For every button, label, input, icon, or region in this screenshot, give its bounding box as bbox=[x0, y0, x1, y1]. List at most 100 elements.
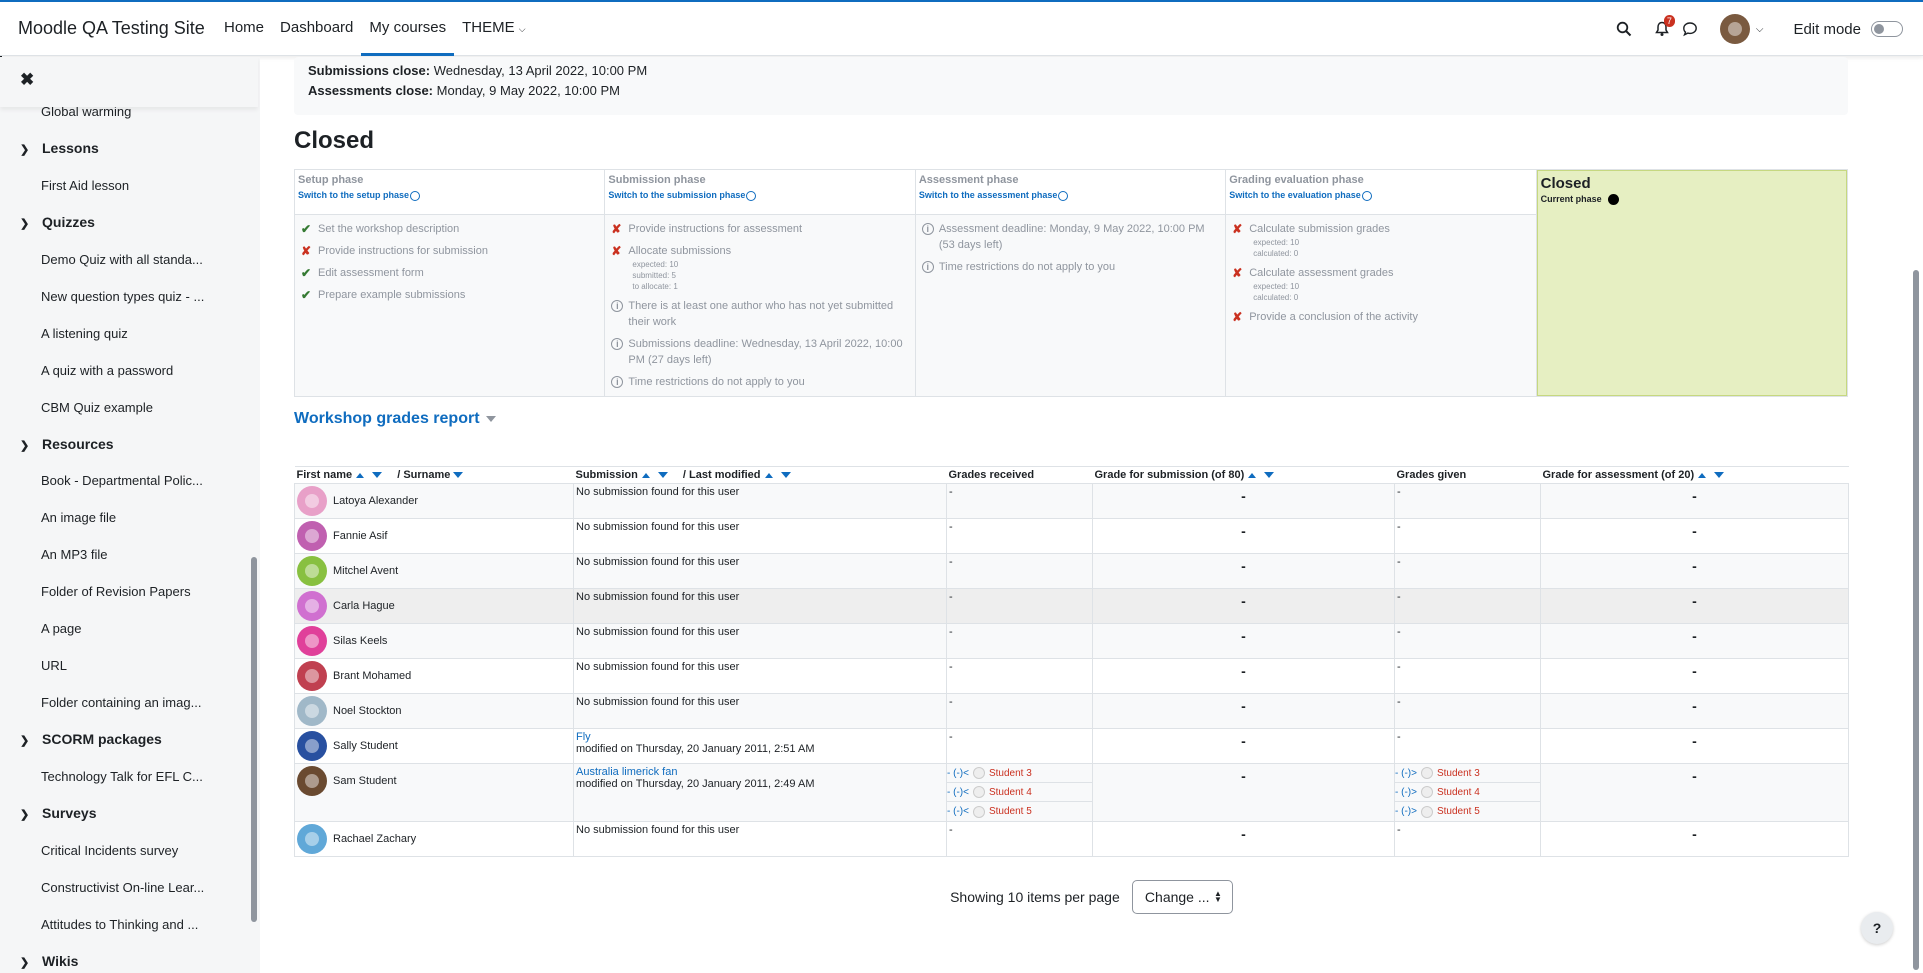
section-lessons[interactable]: ❯ Lessons bbox=[0, 130, 250, 167]
drawer-scrollbar[interactable] bbox=[251, 557, 257, 922]
grade-submission-cell: - bbox=[1092, 821, 1395, 857]
page-scrollbar[interactable] bbox=[1913, 270, 1919, 970]
task-label: Allocate submissions bbox=[628, 245, 732, 257]
sort-grade-submission-link[interactable]: Grade for submission (of 80) bbox=[1095, 469, 1245, 481]
sort-desc-icon[interactable] bbox=[780, 472, 791, 479]
peer-grade-link[interactable]: - (-)> bbox=[1395, 806, 1417, 817]
peer-name[interactable]: Student 3 bbox=[1437, 768, 1480, 779]
sort-desc-icon[interactable] bbox=[372, 472, 383, 479]
submission-link[interactable]: Australia limerick fan bbox=[576, 766, 677, 778]
sort-asc-icon[interactable] bbox=[641, 472, 650, 478]
course-index-item[interactable]: Attitudes to Thinking and ... bbox=[0, 906, 250, 943]
nav-dashboard[interactable]: Dashboard bbox=[272, 2, 361, 56]
switch-evaluation-phase-link[interactable]: Switch to the evaluation phase bbox=[1229, 190, 1532, 201]
grades-report-toggle[interactable]: Workshop grades report bbox=[294, 410, 496, 428]
grades-received-cell: - bbox=[946, 623, 1093, 659]
empty-value: - bbox=[949, 824, 953, 836]
task-label: Provide instructions for submission bbox=[318, 245, 488, 257]
course-index-item[interactable]: A page bbox=[0, 610, 250, 647]
section-quizzes[interactable]: ❯ Quizzes bbox=[0, 204, 250, 241]
switch-assessment-phase-link[interactable]: Switch to the assessment phase bbox=[919, 190, 1222, 201]
peer-grade-link[interactable]: - (-)> bbox=[1395, 768, 1417, 779]
sort-submission-link[interactable]: Submission bbox=[576, 469, 638, 481]
peer-grade-link[interactable]: - (-)< bbox=[947, 768, 969, 779]
course-index-item[interactable]: A quiz with a password bbox=[0, 352, 250, 389]
grades-received-cell: - bbox=[946, 483, 1093, 519]
grade-value: - bbox=[1692, 826, 1697, 842]
sort-surname-link[interactable]: / Surname bbox=[397, 469, 450, 481]
sort-grade-assessment-link[interactable]: Grade for assessment (of 20) bbox=[1543, 469, 1695, 481]
phase-closed-current: Closed Current phase bbox=[1536, 170, 1848, 396]
section-scorm[interactable]: ❯ SCORM packages bbox=[0, 721, 250, 758]
notifications-button[interactable]: 7 bbox=[1654, 15, 1675, 37]
switch-label: Switch to the evaluation phase bbox=[1229, 190, 1361, 200]
section-title: Wikis bbox=[42, 953, 79, 969]
course-index-item[interactable]: A listening quiz bbox=[0, 315, 250, 352]
avatar bbox=[297, 486, 327, 516]
empty-value: - bbox=[1397, 696, 1401, 708]
nav-my-courses[interactable]: My courses bbox=[361, 2, 455, 56]
task-label: Time restrictions do not apply to you bbox=[628, 376, 805, 388]
course-index-item[interactable]: An MP3 file bbox=[0, 536, 250, 573]
sort-asc-icon[interactable] bbox=[1698, 472, 1707, 478]
peer-assessment: - (-)< Student 5 bbox=[947, 802, 1092, 821]
course-index-item[interactable]: First Aid lesson bbox=[0, 167, 250, 204]
course-index-item[interactable]: Technology Talk for EFL C... bbox=[0, 758, 250, 795]
course-index-item[interactable]: Book - Departmental Polic... bbox=[0, 462, 250, 499]
submission-link[interactable]: Fly bbox=[576, 731, 591, 743]
switch-submission-phase-link[interactable]: Switch to the submission phase bbox=[608, 190, 911, 201]
user-name: Noel Stockton bbox=[333, 705, 402, 717]
course-index-item[interactable]: CBM Quiz example bbox=[0, 389, 250, 426]
nav-theme-dropdown[interactable]: THEME ⌵ bbox=[454, 2, 534, 56]
course-index-item[interactable]: Folder containing an imag... bbox=[0, 684, 250, 721]
sort-first-name-link[interactable]: First name bbox=[297, 469, 353, 481]
user-menu[interactable]: ⌵ bbox=[1719, 14, 1763, 44]
sort-desc-icon[interactable] bbox=[657, 472, 668, 479]
section-title: Surveys bbox=[42, 805, 97, 821]
section-resources[interactable]: ❯ Resources bbox=[0, 426, 250, 462]
course-index-item[interactable]: URL bbox=[0, 647, 250, 684]
search-icon[interactable] bbox=[1616, 21, 1632, 37]
grade-submission-cell: - bbox=[1092, 483, 1395, 519]
sort-desc-icon[interactable] bbox=[1714, 472, 1725, 479]
sort-desc-icon[interactable] bbox=[453, 472, 464, 479]
peer-name[interactable]: Student 5 bbox=[989, 806, 1032, 817]
sort-desc-icon[interactable] bbox=[1264, 472, 1275, 479]
sort-asc-icon[interactable] bbox=[764, 472, 773, 478]
section-surveys[interactable]: ❯ Surveys bbox=[0, 795, 250, 832]
sort-asc-icon[interactable] bbox=[1248, 472, 1257, 478]
peer-name[interactable]: Student 5 bbox=[1437, 806, 1480, 817]
peer-name[interactable]: Student 4 bbox=[1437, 787, 1480, 798]
message-drawer-icon[interactable] bbox=[1682, 21, 1698, 37]
close-drawer-icon[interactable]: ✖ bbox=[20, 70, 34, 90]
table-row: Carla Hague No submission found for this … bbox=[294, 588, 1849, 624]
course-index-item[interactable]: New question types quiz - ... bbox=[0, 278, 250, 315]
course-index-item[interactable]: Folder of Revision Papers bbox=[0, 573, 250, 610]
grade-assessment-cell: - bbox=[1540, 658, 1849, 694]
nav-home[interactable]: Home bbox=[216, 2, 272, 56]
peer-assessment: - (-)> Student 5 bbox=[1395, 802, 1540, 821]
peer-grade-link[interactable]: - (-)< bbox=[947, 806, 969, 817]
course-index-item[interactable]: Demo Quiz with all standa... bbox=[0, 241, 250, 278]
grade-value: - bbox=[1692, 523, 1697, 539]
section-wikis[interactable]: ❯ Wikis bbox=[0, 943, 250, 973]
cross-icon: ✘ bbox=[1232, 222, 1243, 236]
edit-mode-toggle[interactable] bbox=[1871, 21, 1903, 37]
peer-name[interactable]: Student 3 bbox=[989, 768, 1032, 779]
peer-grade-link[interactable]: - (-)> bbox=[1395, 787, 1417, 798]
help-button[interactable]: ? bbox=[1861, 912, 1893, 944]
peer-grade-link[interactable]: - (-)< bbox=[947, 787, 969, 798]
phase-evaluation: Grading evaluation phase Switch to the e… bbox=[1226, 170, 1537, 396]
course-index-item[interactable]: Critical Incidents survey bbox=[0, 832, 250, 869]
course-index-item[interactable]: An image file bbox=[0, 499, 250, 536]
course-index-item[interactable]: Constructivist On-line Lear... bbox=[0, 869, 250, 906]
site-name[interactable]: Moodle QA Testing Site bbox=[18, 18, 205, 39]
per-page-select[interactable]: Change ... ▲ ▼ bbox=[1131, 880, 1233, 914]
grade-submission-cell: - bbox=[1092, 553, 1395, 589]
sort-asc-icon[interactable] bbox=[356, 472, 365, 478]
sort-last-modified-link[interactable]: / Last modified bbox=[683, 469, 761, 481]
switch-setup-phase-link[interactable]: Switch to the setup phase bbox=[298, 190, 601, 201]
peer-name[interactable]: Student 4 bbox=[989, 787, 1032, 798]
empty-value: - bbox=[949, 696, 953, 708]
switch-label: Switch to the submission phase bbox=[608, 190, 746, 200]
